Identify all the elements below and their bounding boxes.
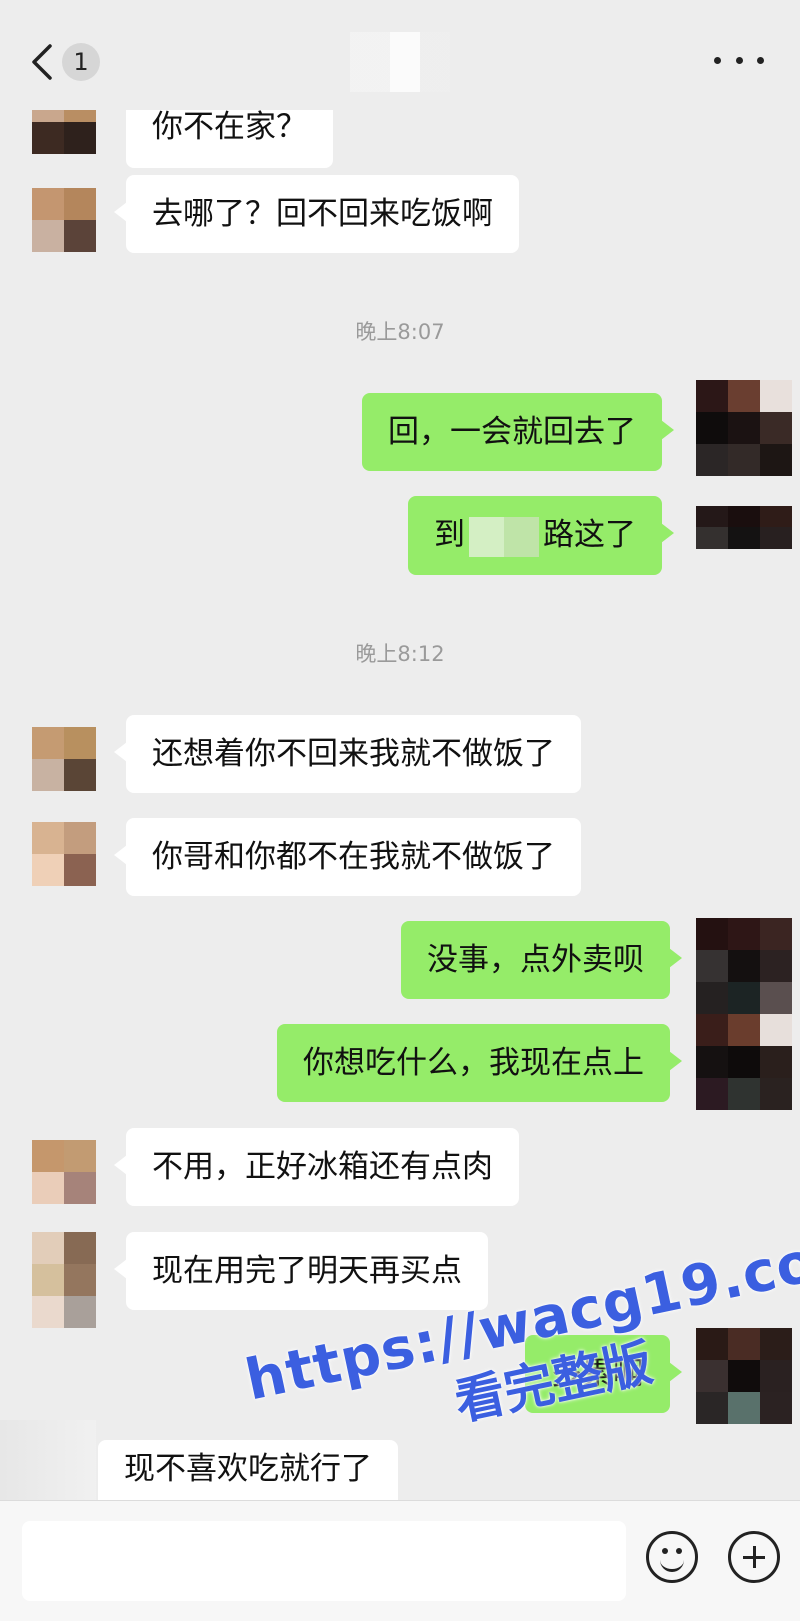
self-avatar[interactable] xyxy=(696,918,792,1014)
message-text: 你不在家？ xyxy=(152,109,307,145)
message-text-before: 到 xyxy=(434,517,465,553)
message-text: 你哥和你都不在我就不做饭了 xyxy=(152,839,555,875)
emoji-eye xyxy=(676,1548,682,1554)
message-text: 没事，点外卖呗 xyxy=(427,942,644,978)
more-options-button[interactable] xyxy=(714,45,764,75)
chat-header: 1 xyxy=(0,0,800,110)
contact-avatar[interactable] xyxy=(0,1420,96,1504)
message-text: 多累啊 xyxy=(551,1356,644,1392)
self-avatar[interactable] xyxy=(696,1328,792,1424)
message-bubble-incoming[interactable]: 不用，正好冰箱还有点肉 xyxy=(114,1128,519,1206)
message-text-after: 路这了 xyxy=(543,517,636,553)
emoji-smile-icon xyxy=(662,1548,668,1554)
message-text: 去哪了？回不回来吃饭啊 xyxy=(152,196,493,232)
more-dot xyxy=(735,56,743,64)
message-bubble-outgoing[interactable]: 多累啊 xyxy=(525,1335,682,1413)
message-input[interactable] xyxy=(22,1521,626,1601)
self-avatar[interactable] xyxy=(696,380,792,476)
message-text: 现不喜欢吃就行了 xyxy=(124,1451,372,1487)
timestamp: 晚上8:12 xyxy=(355,642,445,666)
more-dot xyxy=(757,56,764,64)
message-text: 回，一会就回去了 xyxy=(388,414,636,450)
message-bubble-outgoing[interactable]: 你想吃什么，我现在点上 xyxy=(277,1024,682,1102)
chat-area: 你不在家？ 去哪了？回不回来吃饭啊 晚上8:07 回，一会就回去了 到 路这了 晚… xyxy=(0,0,800,1526)
message-bubble-incoming[interactable]: 去哪了？回不回来吃饭啊 xyxy=(114,175,519,253)
emoji-mouth xyxy=(660,1557,684,1572)
message-bubble-incoming[interactable]: 你不在家？ xyxy=(126,100,333,168)
message-bubble-outgoing[interactable]: 到 路这了 xyxy=(408,496,674,575)
contact-avatar[interactable] xyxy=(32,1140,96,1204)
message-bubble-incoming[interactable]: 现在用完了明天再买点 xyxy=(114,1232,488,1310)
emoji-button[interactable] xyxy=(646,1531,698,1583)
message-bubble-outgoing[interactable]: 没事，点外卖呗 xyxy=(401,921,682,999)
back-button[interactable]: 1 xyxy=(28,40,108,84)
message-text: 不用，正好冰箱还有点肉 xyxy=(152,1149,493,1185)
timestamp: 晚上8:07 xyxy=(355,320,445,344)
contact-avatar[interactable] xyxy=(32,727,96,791)
chevron-left-icon xyxy=(32,44,52,80)
message-text: 现在用完了明天再买点 xyxy=(152,1253,462,1289)
contact-avatar[interactable] xyxy=(32,188,96,252)
self-avatar[interactable] xyxy=(696,506,792,570)
contact-avatar[interactable] xyxy=(32,822,96,886)
contact-name-blurred xyxy=(350,32,450,92)
input-bar xyxy=(0,1500,800,1621)
message-bubble-outgoing[interactable]: 回，一会就回去了 xyxy=(362,393,674,471)
plus-button[interactable] xyxy=(728,1531,780,1583)
contact-avatar[interactable] xyxy=(32,1232,96,1328)
more-dots-icon xyxy=(714,56,721,64)
unread-count-badge: 1 xyxy=(62,43,100,81)
self-avatar[interactable] xyxy=(696,1014,792,1110)
message-text: 你想吃什么，我现在点上 xyxy=(303,1045,644,1081)
censored-mosaic xyxy=(469,516,539,557)
message-bubble-incoming[interactable]: 你哥和你都不在我就不做饭了 xyxy=(114,818,581,896)
message-bubble-incoming[interactable]: 还想着你不回来我就不做饭了 xyxy=(114,715,581,793)
message-text: 还想着你不回来我就不做饭了 xyxy=(152,736,555,772)
